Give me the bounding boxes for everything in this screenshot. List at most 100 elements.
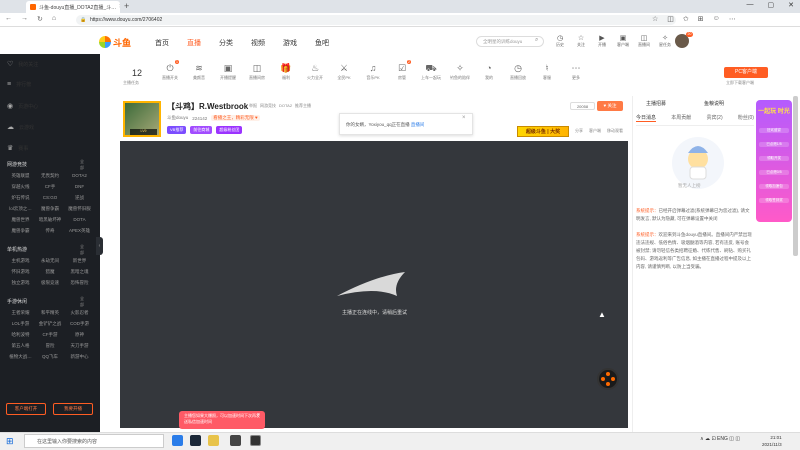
toolbar-item[interactable]: ⋯ 更多 <box>564 63 588 81</box>
douyu-logo[interactable]: 斗鱼 <box>99 35 133 49</box>
sidebar-category[interactable]: 炉石传说 <box>6 195 35 201</box>
nav-item[interactable]: 首页 <box>155 38 169 48</box>
windows-start-icon[interactable]: ⊞ <box>6 436 14 447</box>
url-input[interactable]: https://www.douyu.com/2706402 <box>76 15 676 25</box>
favorites-icon[interactable]: ✩ <box>683 15 689 23</box>
toolbar-item[interactable]: 🎁 福利 <box>274 63 298 81</box>
sidebar-category[interactable]: 王者荣耀 <box>6 310 35 316</box>
promo-item[interactable]: 领取加速包 <box>759 184 789 189</box>
refresh-icon[interactable]: ↻ <box>37 15 43 23</box>
new-tab-icon[interactable]: + <box>124 1 129 11</box>
search-icon[interactable]: ⌕ <box>535 37 538 44</box>
header-item[interactable]: ▶ 开播 <box>595 34 609 48</box>
sidebar-category[interactable]: COD手游 <box>65 321 94 327</box>
sidebar-category[interactable]: 和平精英 <box>36 310 65 316</box>
room-link[interactable]: 分享 <box>575 128 583 134</box>
sidebar-category[interactable]: CF手游 <box>36 332 65 338</box>
sidebar-category[interactable]: 逆战 <box>65 195 94 201</box>
promo-item[interactable]: 领取开奖 <box>759 156 789 161</box>
minimize-icon[interactable]: — <box>747 1 754 9</box>
forward-icon[interactable]: → <box>21 15 28 23</box>
go-live-button[interactable]: 我要开播 <box>53 403 93 415</box>
toolbar-item[interactable]: ◔ 我的 <box>477 63 501 81</box>
scrollbar[interactable] <box>793 96 798 256</box>
sidebar-category[interactable]: 魔兽世界 <box>6 217 35 223</box>
sidebar-category[interactable]: 猎魔 <box>36 269 65 275</box>
sidebar-category[interactable]: CS:GO <box>36 195 65 201</box>
sidebar-category[interactable]: LOL手游 <box>6 321 35 327</box>
anchor-recruit-link[interactable]: 主播招募 <box>646 100 666 107</box>
client-open-button[interactable]: 客户端打开 <box>6 403 46 415</box>
close-icon[interactable]: × <box>462 115 466 121</box>
header-item[interactable]: ✧ 星任务 <box>658 34 672 48</box>
nav-item[interactable]: 分类 <box>219 38 233 48</box>
sidebar-category[interactable]: 新世界 <box>65 258 94 264</box>
nav-item[interactable]: 鱼吧 <box>315 38 329 48</box>
sidebar-category[interactable]: 新游中心 <box>65 354 94 360</box>
sidebar-category[interactable]: 暗黑破坏神 <box>36 217 65 223</box>
sidebar-item[interactable]: ≡ 排行榜 <box>7 81 31 88</box>
header-item[interactable]: ◫ 直播间 <box>637 34 651 48</box>
system-tray[interactable]: ∧ ☁ ⊡ ENG ◫ ◫ <box>700 436 740 442</box>
sidebar-category[interactable]: QQ飞车 <box>36 354 65 360</box>
home-icon[interactable]: ⌂ <box>52 15 56 23</box>
toast-close-icon[interactable]: × <box>257 412 260 418</box>
collections-icon[interactable]: ⊞ <box>698 15 704 23</box>
sidebar-category[interactable]: 原神 <box>65 332 94 338</box>
sidebar-category[interactable]: APEX英雄 <box>65 228 94 234</box>
toolbar-item[interactable]: ♮ 客服 <box>535 63 559 81</box>
maximize-icon[interactable]: ▢ <box>768 1 775 9</box>
section-more-link[interactable]: 全部 <box>80 244 84 256</box>
sidebar-collapse-icon[interactable]: ‹ <box>96 237 103 255</box>
header-item[interactable]: ☆ 关注 <box>574 34 588 48</box>
section-more-link[interactable]: 全部 <box>80 296 84 308</box>
back-icon[interactable]: ← <box>5 15 12 23</box>
toolbar-item[interactable]: ⚔ 全民PK <box>332 63 356 81</box>
pc-client-sub[interactable]: 立即下载客户端 <box>726 80 754 86</box>
browser-tab[interactable]: 斗鱼-douyu直播_DOTA2直播_斗… × <box>26 1 120 13</box>
sidebar-category[interactable]: 永劫无间 <box>36 258 65 264</box>
sidebar-category[interactable]: 火影忍者 <box>65 310 94 316</box>
header-item[interactable]: ▣ 客户端 <box>616 34 630 48</box>
edge-app-icon[interactable] <box>172 435 183 446</box>
room-link[interactable]: 移动观看 <box>607 128 623 134</box>
category-link[interactable]: 推荐主播 <box>295 103 311 109</box>
category-link[interactable]: DOTA2 <box>279 103 292 109</box>
toolbar-item[interactable]: ⏻ 直播开关 1 <box>158 60 182 81</box>
rank-tab[interactable]: 本周贡献 <box>671 114 691 122</box>
category-link[interactable]: 举报 <box>249 103 257 109</box>
sidebar-category[interactable]: DOTA2 <box>65 173 94 179</box>
sidebar-item[interactable]: ◉ 页游中心 <box>7 102 38 110</box>
sidebar-category[interactable]: lol云顶之… <box>6 206 35 212</box>
reading-icon[interactable]: ◫ <box>667 15 674 23</box>
clock[interactable]: 21:01 2021/11/3 <box>762 434 782 448</box>
fish-food-link[interactable]: 鱼粮说明 <box>704 100 724 107</box>
steam-app-icon[interactable] <box>190 435 201 446</box>
section-more-link[interactable]: 全部 <box>80 159 84 171</box>
sidebar-category[interactable]: 主机游戏 <box>6 258 35 264</box>
sidebar-category[interactable]: 恐怖冒险 <box>65 280 94 286</box>
notification-link[interactable]: 直播间 <box>411 122 425 127</box>
sidebar-item[interactable]: ♛ 赛事 <box>7 144 28 152</box>
promo-item[interactable]: 已点燃1/5 <box>759 142 789 147</box>
promo-floating-banner[interactable] <box>756 100 792 222</box>
promo-item[interactable]: 已点燃0/5 <box>759 170 789 175</box>
star-icon[interactable]: ☆ <box>652 15 658 23</box>
close-tab-icon[interactable]: × <box>119 4 120 10</box>
toolbar-item[interactable]: ✧ 钓鱼的陪伴 <box>448 63 472 81</box>
sidebar-item[interactable]: ☁ 云游戏 <box>7 123 34 131</box>
category-link[interactable]: 网游竞技 <box>260 103 276 109</box>
sidebar-category[interactable]: 第五人格 <box>6 343 35 349</box>
promo-item[interactable]: 领取签到奖 <box>759 198 789 203</box>
sidebar-category[interactable]: DOTA <box>65 217 94 223</box>
toolbar-item[interactable]: ♨ 火力全开 <box>303 63 327 81</box>
taskbar-search[interactable]: 在这里输入你要搜索的内容 <box>24 434 164 448</box>
rank-tab[interactable]: 今日消息 <box>636 114 657 122</box>
sidebar-category[interactable]: 冒险 <box>36 343 65 349</box>
toolbar-item[interactable]: ♫ 音乐PK <box>361 63 385 81</box>
sidebar-category[interactable]: 穿越火线 <box>6 184 35 190</box>
sidebar-category[interactable]: CF手 <box>36 184 65 190</box>
promo-item[interactable]: 狂欢盛宴 <box>759 128 789 133</box>
toolbar-item[interactable]: ◫ 直播间房 <box>245 63 269 81</box>
sidebar-category[interactable]: 植物大战… <box>6 354 35 360</box>
